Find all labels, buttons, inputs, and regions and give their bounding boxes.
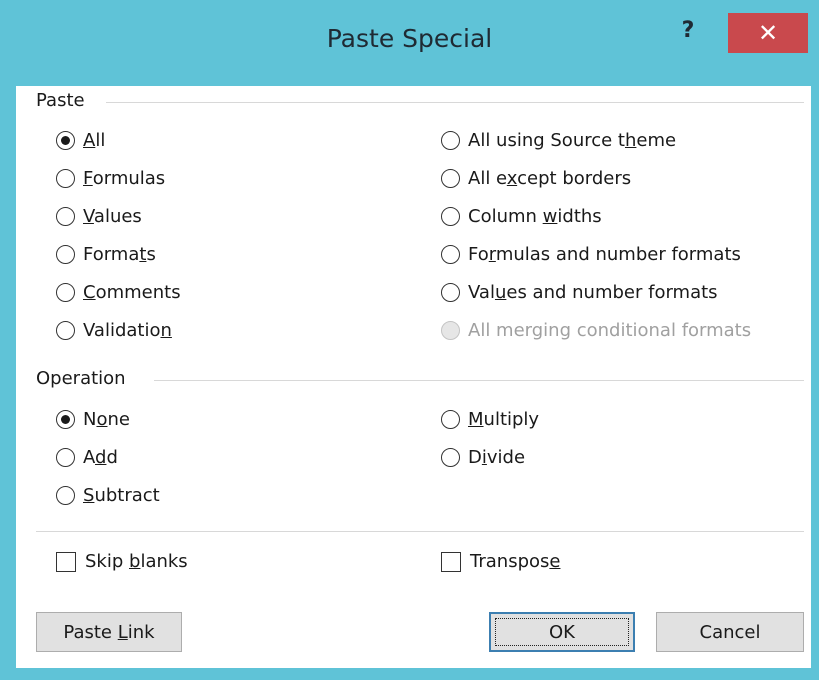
radio-label: Formats [83,244,156,265]
radio-label: Comments [83,282,181,303]
radio-label: Multiply [468,409,540,430]
radio-label: Values [83,206,142,227]
paste-link-button[interactable]: Paste Link [36,612,182,652]
paste-option-all-except-borders[interactable]: All except borders [441,168,631,189]
paste-option-formats[interactable]: Formats [56,244,156,265]
radio-label: Values and number formats [468,282,718,303]
close-button[interactable]: ✕ [728,13,808,53]
paste-link-label: Paste Link [63,621,155,643]
radio-button[interactable] [441,283,460,302]
dialog-window: Paste Special ? ✕ Paste Operation Skip b… [0,0,819,680]
transpose-label: Transpose [470,551,561,572]
radio-label: Formulas [83,168,166,189]
operation-section-divider [154,380,804,381]
radio-button[interactable] [56,448,75,467]
paste-option-values-and-number-formats[interactable]: Values and number formats [441,282,718,303]
ok-button[interactable]: OK [489,612,635,652]
title-bar[interactable]: Paste Special ? ✕ [0,0,819,88]
radio-label: All using Source theme [468,130,677,151]
paste-option-values[interactable]: Values [56,206,142,227]
radio-button[interactable] [441,169,460,188]
skip-blanks-checkbox[interactable]: Skip blanks [56,551,188,572]
radio-label: Column widths [468,206,602,227]
radio-button[interactable] [441,131,460,150]
radio-label: All except borders [468,168,632,189]
focus-indicator [495,618,629,646]
radio-button [441,321,460,340]
operation-option-none[interactable]: None [56,409,130,430]
skip-blanks-box[interactable] [56,551,76,572]
options-divider [36,531,804,532]
cancel-label: Cancel [699,621,761,643]
radio-label: All [83,130,106,151]
radio-button[interactable] [56,410,75,429]
radio-button[interactable] [441,410,460,429]
close-icon: ✕ [757,19,779,47]
paste-option-formulas[interactable]: Formulas [56,168,165,189]
paste-section-label: Paste [36,90,85,111]
radio-button[interactable] [56,321,75,340]
radio-button[interactable] [56,131,75,150]
paste-section-divider [106,102,804,103]
help-button[interactable]: ? [676,18,700,48]
operation-option-subtract[interactable]: Subtract [56,485,160,506]
radio-label: All merging conditional formats [468,320,752,341]
paste-option-all[interactable]: All [56,130,105,151]
radio-button[interactable] [56,283,75,302]
operation-option-multiply[interactable]: Multiply [441,409,539,430]
operation-option-add[interactable]: Add [56,447,118,468]
radio-label: Validation [83,320,172,341]
operation-section-label: Operation [36,368,126,389]
radio-label: Divide [468,447,526,468]
radio-button[interactable] [56,169,75,188]
radio-label: Add [83,447,118,468]
operation-option-divide[interactable]: Divide [441,447,525,468]
radio-button[interactable] [441,245,460,264]
paste-option-formulas-and-number-formats[interactable]: Formulas and number formats [441,244,741,265]
skip-blanks-label: Skip blanks [85,551,188,572]
paste-option-column-widths[interactable]: Column widths [441,206,602,227]
dialog-body: Paste Operation Skip blanks Transpose Pa… [16,86,811,668]
paste-option-comments[interactable]: Comments [56,282,181,303]
paste-option-all-using-source-theme[interactable]: All using Source theme [441,130,676,151]
radio-button[interactable] [56,245,75,264]
cancel-button[interactable]: Cancel [656,612,804,652]
radio-button[interactable] [441,207,460,226]
paste-option-validation[interactable]: Validation [56,320,172,341]
radio-label: Formulas and number formats [468,244,741,265]
radio-button[interactable] [441,448,460,467]
radio-button[interactable] [56,207,75,226]
transpose-box[interactable] [441,551,461,572]
paste-option-all-merging-conditional-formats: All merging conditional formats [441,320,751,341]
transpose-checkbox[interactable]: Transpose [441,551,560,572]
radio-label: None [83,409,130,430]
radio-button[interactable] [56,486,75,505]
radio-label: Subtract [83,485,160,506]
